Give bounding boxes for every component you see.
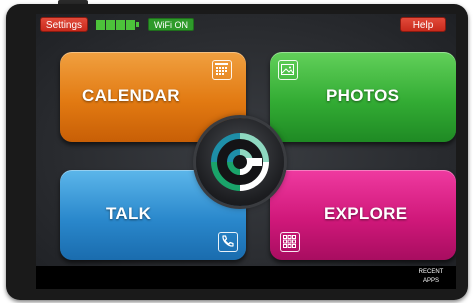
explore-tile[interactable]: EXPLORE [270,170,456,260]
talk-label: TALK [106,204,152,223]
bottom-bar: RECENT APPS [36,266,456,289]
grid-icon [280,232,300,252]
recent-apps-line2: APPS [422,278,439,284]
recent-apps-line1: RECENT [418,269,444,275]
home-screen: Settings WiFi ON Help CALENDAR PHOTOS TA… [36,14,456,289]
battery-cell [96,19,105,30]
help-button[interactable]: Help [400,17,446,32]
calendar-icon [212,60,232,80]
home-logo-icon [211,133,269,191]
battery-indicator [96,19,139,30]
settings-button[interactable]: Settings [40,17,88,32]
recent-apps-button[interactable]: RECENT APPS [416,268,446,286]
tablet-device: Settings WiFi ON Help CALENDAR PHOTOS TA… [0,0,474,303]
battery-cell [106,19,115,30]
wifi-status-badge: WiFi ON [148,18,194,31]
battery-cell [116,19,125,30]
battery-tip [136,22,139,27]
battery-cell [126,19,135,30]
explore-label: EXPLORE [324,204,408,223]
top-bar: Settings WiFi ON Help [36,14,456,34]
home-button[interactable] [196,118,284,206]
calendar-label: CALENDAR [82,86,180,105]
phone-icon [218,232,238,252]
photos-tile[interactable]: PHOTOS [270,52,456,142]
image-icon [278,60,298,80]
photos-label: PHOTOS [326,86,400,105]
